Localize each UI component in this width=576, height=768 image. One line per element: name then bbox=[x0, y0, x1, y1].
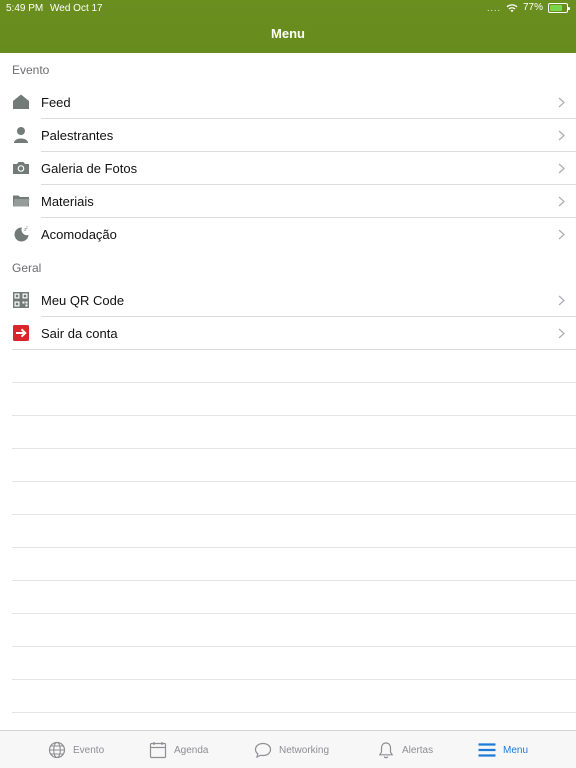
chevron-right-icon bbox=[558, 163, 565, 174]
menu-item-label: Galeria de Fotos bbox=[41, 161, 138, 176]
status-indicators: .... 77% bbox=[486, 2, 570, 13]
battery-percent: 77% bbox=[522, 2, 543, 13]
status-time: 5:49 PM bbox=[6, 3, 44, 14]
empty-row bbox=[12, 515, 576, 548]
empty-row bbox=[12, 548, 576, 581]
empty-table-area bbox=[0, 350, 576, 713]
section-header-evento: Evento bbox=[12, 63, 50, 77]
camera-icon bbox=[13, 162, 29, 174]
chevron-right-icon bbox=[558, 97, 565, 108]
menu-item-label: Sair da conta bbox=[41, 326, 118, 341]
menu-item-galeria-de-fotos[interactable]: Galeria de Fotos bbox=[0, 152, 576, 185]
tab-bar: Evento Agenda Networking Alertas Menu bbox=[0, 730, 576, 768]
folder-icon bbox=[13, 195, 30, 207]
home-icon bbox=[13, 94, 29, 109]
tab-menu[interactable]: Menu bbox=[478, 731, 528, 768]
chevron-right-icon bbox=[558, 229, 565, 240]
tab-agenda[interactable]: Agenda bbox=[149, 731, 208, 768]
tab-label: Menu bbox=[503, 744, 529, 756]
empty-row bbox=[12, 416, 576, 449]
menu-item-label: Feed bbox=[41, 95, 71, 110]
empty-row bbox=[12, 482, 576, 515]
tab-evento[interactable]: Evento bbox=[48, 731, 104, 768]
chat-bubble-icon bbox=[254, 742, 272, 759]
logout-icon bbox=[13, 325, 29, 341]
tab-label: Evento bbox=[73, 744, 105, 756]
empty-row bbox=[12, 581, 576, 614]
menu-item-label: Meu QR Code bbox=[41, 293, 125, 308]
tab-networking[interactable]: Networking bbox=[254, 731, 329, 768]
empty-row bbox=[12, 449, 576, 482]
tab-label: Agenda bbox=[174, 744, 209, 756]
status-date: Wed Oct 17 bbox=[50, 3, 103, 14]
section-header-geral: Geral bbox=[12, 261, 42, 275]
person-icon bbox=[14, 127, 28, 143]
battery-icon bbox=[548, 2, 570, 13]
globe-icon bbox=[48, 741, 66, 759]
calendar-icon bbox=[149, 742, 167, 759]
tab-label: Alertas bbox=[402, 744, 434, 756]
svg-text:z: z bbox=[26, 226, 28, 230]
moon-icon: z z bbox=[14, 226, 29, 242]
menu-item-label: Acomodação bbox=[41, 227, 117, 242]
empty-row bbox=[12, 614, 576, 647]
menu-item-materiais[interactable]: Materiais bbox=[0, 185, 576, 218]
empty-row bbox=[12, 350, 576, 383]
wifi-icon bbox=[506, 3, 518, 12]
page-title: Menu bbox=[271, 26, 305, 41]
empty-row bbox=[12, 680, 576, 713]
menu-item-acomodacao[interactable]: z z Acomodação bbox=[0, 218, 576, 251]
chevron-right-icon bbox=[558, 196, 565, 207]
empty-row bbox=[12, 647, 576, 680]
signal-icon: .... bbox=[486, 2, 501, 13]
menu-item-feed[interactable]: Feed bbox=[0, 86, 576, 119]
chevron-right-icon bbox=[558, 328, 565, 339]
menu-item-meu-qr-code[interactable]: Meu QR Code bbox=[0, 284, 576, 317]
header: 5:49 PM Wed Oct 17 .... 77% Menu bbox=[0, 0, 576, 53]
menu-icon bbox=[478, 743, 496, 757]
menu-list-evento: Feed Palestrantes Galeria de Fotos Mater… bbox=[0, 86, 576, 251]
menu-item-sair-da-conta[interactable]: Sair da conta bbox=[0, 317, 576, 350]
menu-item-palestrantes[interactable]: Palestrantes bbox=[0, 119, 576, 152]
chevron-right-icon bbox=[558, 130, 565, 141]
battery-fill bbox=[550, 4, 563, 11]
tab-label: Networking bbox=[279, 744, 330, 756]
tab-alertas[interactable]: Alertas bbox=[377, 731, 433, 768]
menu-item-label: Materiais bbox=[41, 194, 94, 209]
qr-code-icon bbox=[13, 292, 29, 308]
menu-list-geral: Meu QR Code Sair da conta bbox=[0, 284, 576, 350]
chevron-right-icon bbox=[558, 295, 565, 306]
bell-icon bbox=[378, 742, 394, 759]
status-bar: 5:49 PM Wed Oct 17 .... 77% bbox=[0, 0, 576, 16]
menu-item-label: Palestrantes bbox=[41, 128, 114, 143]
empty-row bbox=[12, 383, 576, 416]
